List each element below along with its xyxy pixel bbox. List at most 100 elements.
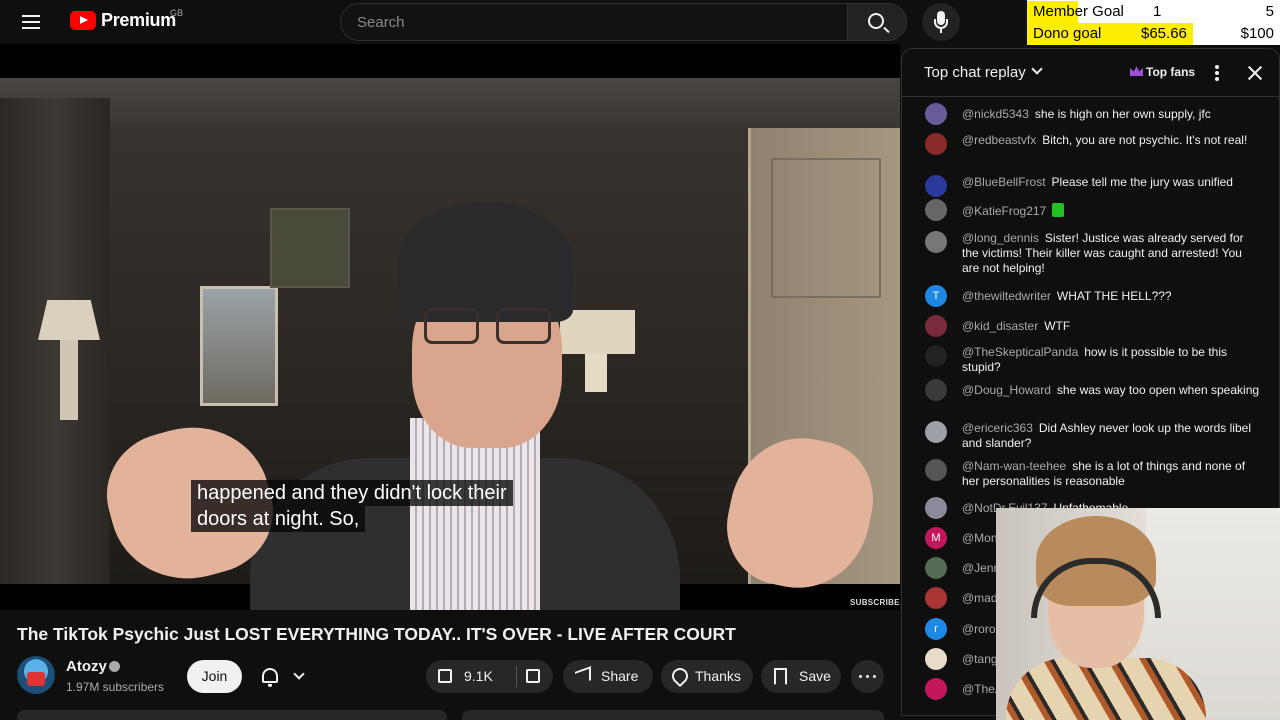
chat-avatar[interactable]: r <box>925 618 947 640</box>
chat-author[interactable]: @TheSkepticalPanda <box>962 345 1078 359</box>
youtube-play-icon <box>70 11 96 30</box>
dono-goal-target: $100 <box>1240 25 1274 42</box>
like-dislike-group: 9.1K <box>426 660 553 693</box>
chat-author[interactable]: @Mon <box>962 531 998 545</box>
thanks-button[interactable]: Thanks <box>661 660 753 693</box>
webcam-overlay <box>996 508 1280 720</box>
share-button[interactable]: Share <box>563 660 653 693</box>
chat-author[interactable]: @roro <box>962 622 996 636</box>
chat-header: Top chat replay Top fans <box>902 49 1279 97</box>
chat-message-text: @thewiltedwriter WHAT THE HELL??? <box>962 289 1262 304</box>
chat-avatar[interactable] <box>925 199 947 221</box>
save-button[interactable]: Save <box>761 660 841 693</box>
chat-author[interactable]: @BlueBellFrost <box>962 175 1046 189</box>
description-box[interactable] <box>17 710 447 720</box>
member-goal-target: 5 <box>1265 3 1274 20</box>
search-icon <box>868 13 884 29</box>
chat-avatar[interactable] <box>925 678 947 700</box>
logo-text: Premium <box>101 10 176 30</box>
save-label: Save <box>799 668 831 684</box>
youtube-premium-logo[interactable]: Premium <box>70 10 176 31</box>
search-input[interactable] <box>341 4 847 40</box>
chat-author[interactable]: @Jenn <box>962 561 1000 575</box>
recommendation-chips[interactable] <box>462 710 884 720</box>
chat-message-body: WTF <box>1044 319 1071 333</box>
chat-message-text: @KatieFrog217 <box>962 203 1262 219</box>
member-goal-current: 1 <box>1153 3 1162 20</box>
chat-author[interactable]: @Doug_Howard <box>962 383 1051 397</box>
chat-author[interactable]: @KatieFrog217 <box>962 204 1046 218</box>
chat-avatar[interactable] <box>925 231 947 253</box>
thumbs-up-icon <box>438 669 452 683</box>
chevron-down-icon <box>293 668 305 680</box>
notifications-button[interactable] <box>250 660 320 693</box>
chat-message-text: @nickd5343 she is high on her own supply,… <box>962 107 1262 122</box>
chat-mode-selector[interactable]: Top chat replay <box>924 64 1026 81</box>
chat-avatar[interactable]: M <box>925 527 947 549</box>
logo-region: GB <box>170 8 184 18</box>
chat-message-body: Bitch, you are not psychic. It's not rea… <box>1042 133 1248 147</box>
chat-avatar[interactable] <box>925 459 947 481</box>
chat-avatar[interactable] <box>925 175 947 197</box>
chat-scrollbar[interactable] <box>1272 99 1279 519</box>
video-caption: happened and they didn't lock their door… <box>191 480 513 532</box>
dono-goal-row: Dono goal $65.66 $100 <box>1027 23 1280 45</box>
chat-author[interactable]: @Nam-wan-teehee <box>962 459 1066 473</box>
subscribe-watermark[interactable]: SUBSCRIBE <box>850 598 900 607</box>
verified-icon <box>109 661 120 672</box>
chat-author[interactable]: @kid_disaster <box>962 319 1038 333</box>
chat-author[interactable]: @tang <box>962 652 998 666</box>
like-button[interactable]: 9.1K <box>426 660 516 693</box>
share-label: Share <box>601 668 639 684</box>
chat-author[interactable]: @long_dennis <box>962 231 1039 245</box>
bell-icon <box>262 668 278 687</box>
chat-avatar[interactable] <box>925 103 947 125</box>
chat-author[interactable]: @ericeric363 <box>962 421 1033 435</box>
subscriber-count: 1.97M subscribers <box>66 680 165 694</box>
dislike-button[interactable] <box>517 660 553 693</box>
chat-avatar[interactable]: T <box>925 285 947 307</box>
close-chat-icon[interactable] <box>1245 63 1265 83</box>
chat-author[interactable]: @redbeastvfx <box>962 133 1036 147</box>
chat-message-text: @Doug_Howard she was way too open when sp… <box>962 383 1262 398</box>
caption-line-2: doors at night. So, <box>191 506 366 532</box>
chat-author[interactable]: @nickd5343 <box>962 107 1029 121</box>
more-actions-button[interactable] <box>851 660 884 693</box>
chat-message-text: @BlueBellFrost Please tell me the jury wa… <box>962 175 1262 190</box>
thanks-label: Thanks <box>695 668 741 684</box>
search-button[interactable] <box>847 3 907 41</box>
top-fans-button[interactable]: Top fans <box>1124 61 1201 85</box>
chat-more-icon[interactable] <box>1212 63 1222 83</box>
chat-avatar[interactable] <box>925 648 947 670</box>
chat-message-text: @Nam-wan-teehee she is a lot of things an… <box>962 459 1262 489</box>
video-title: The TikTok Psychic Just LOST EVERYTHING … <box>17 624 736 644</box>
menu-icon[interactable] <box>22 11 50 33</box>
chat-message-body: she is high on her own supply, jfc <box>1034 107 1211 121</box>
chat-avatar[interactable] <box>925 379 947 401</box>
chat-avatar[interactable] <box>925 587 947 609</box>
chat-author[interactable]: @thewiltedwriter <box>962 289 1051 303</box>
chat-avatar[interactable] <box>925 315 947 337</box>
video-player[interactable]: SUBSCRIBE happened and they didn't lock … <box>0 44 900 610</box>
chat-message-text: @redbeastvfx Bitch, you are not psychic. … <box>962 133 1262 148</box>
emoji-icon <box>1052 203 1065 217</box>
chat-avatar[interactable] <box>925 497 947 519</box>
channel-name[interactable]: Atozy <box>66 658 107 675</box>
chat-message-text: @kid_disaster WTF <box>962 319 1262 334</box>
dono-goal-label: Dono goal <box>1033 25 1102 42</box>
chat-avatar[interactable] <box>925 557 947 579</box>
chat-message-body: WHAT THE HELL??? <box>1056 289 1172 303</box>
chat-author[interactable]: @mad <box>962 591 998 605</box>
share-icon <box>575 666 591 686</box>
chat-avatar[interactable] <box>925 133 947 155</box>
bookmark-icon <box>774 668 787 685</box>
crown-icon <box>1130 66 1143 76</box>
top-fans-label: Top fans <box>1146 65 1196 79</box>
chat-message-text: @TheSkepticalPanda how is it possible to … <box>962 345 1262 375</box>
voice-search-button[interactable] <box>922 3 960 41</box>
like-count: 9.1K <box>464 668 493 684</box>
join-button[interactable]: Join <box>187 660 242 693</box>
chat-avatar[interactable] <box>925 421 947 443</box>
chat-avatar[interactable] <box>925 345 947 367</box>
channel-avatar[interactable] <box>17 656 55 694</box>
